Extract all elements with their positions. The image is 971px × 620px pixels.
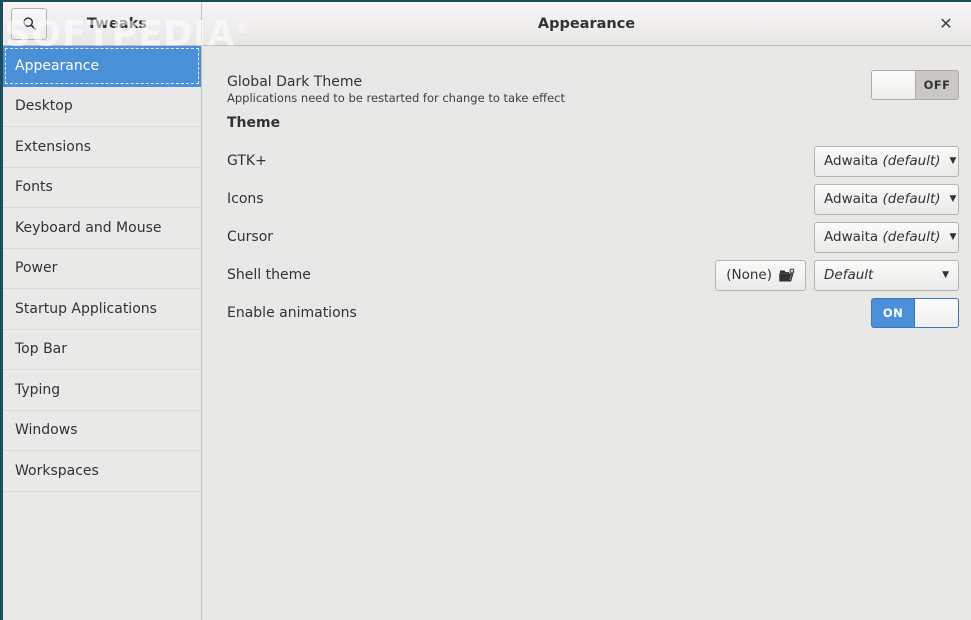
shell-theme-file-value: (None) xyxy=(726,267,772,283)
enable-animations-row: Enable animations ON xyxy=(227,294,959,332)
search-button[interactable] xyxy=(11,7,47,40)
gtk-theme-label: GTK+ xyxy=(227,153,267,169)
close-icon: ✕ xyxy=(939,13,953,33)
icons-theme-row: Icons Adwaita (default) ▼ xyxy=(227,180,959,218)
sidebar-item-label: Fonts xyxy=(15,179,53,196)
shell-theme-label: Shell theme xyxy=(227,267,311,283)
sidebar-item-keyboard-and-mouse[interactable]: Keyboard and Mouse xyxy=(3,208,201,249)
theme-section-heading: Theme xyxy=(227,115,281,131)
content-panel: Global Dark Theme Applications need to b… xyxy=(202,46,971,620)
sidebar-item-label: Workspaces xyxy=(15,462,99,479)
sidebar-item-label: Desktop xyxy=(15,98,73,115)
switch-state-label: OFF xyxy=(923,78,951,92)
sidebar-item-typing[interactable]: Typing xyxy=(3,370,201,411)
global-dark-theme-description: Applications need to be restarted for ch… xyxy=(227,91,565,105)
sidebar-item-label: Appearance xyxy=(15,57,100,74)
cursor-theme-label: Cursor xyxy=(227,229,274,245)
sidebar-item-desktop[interactable]: Desktop xyxy=(3,87,201,127)
cursor-theme-dropdown[interactable]: Adwaita (default) ▼ xyxy=(814,221,959,253)
chevron-down-icon: ▼ xyxy=(949,155,957,166)
sidebar-item-label: Extensions xyxy=(15,138,92,155)
sidebar-item-windows[interactable]: Windows xyxy=(3,411,201,451)
enable-animations-label: Enable animations xyxy=(227,305,357,321)
page-title: Appearance xyxy=(537,15,636,32)
global-dark-theme-label: Global Dark Theme xyxy=(227,74,363,90)
gtk-theme-row: GTK+ Adwaita (default) ▼ xyxy=(227,142,959,180)
sidebar-item-label: Typing xyxy=(15,381,61,398)
sidebar-item-label: Top Bar xyxy=(15,341,68,358)
icons-theme-dropdown[interactable]: Adwaita (default) ▼ xyxy=(814,183,959,215)
global-dark-theme-texts: Global Dark Theme Applications need to b… xyxy=(227,70,565,105)
sidebar-item-power[interactable]: Power xyxy=(3,249,201,289)
sidebar-item-extensions[interactable]: Extensions xyxy=(3,127,201,168)
global-dark-theme-switch[interactable]: OFF xyxy=(871,70,959,100)
sidebar-item-label: Windows xyxy=(15,422,78,439)
sidebar-item-fonts[interactable]: Fonts xyxy=(3,168,201,208)
switch-knob xyxy=(872,71,916,99)
global-dark-theme-block: Global Dark Theme Applications need to b… xyxy=(227,46,959,105)
icons-theme-value: Adwaita (default) xyxy=(824,191,941,207)
header-right-section: Appearance ✕ xyxy=(202,2,971,46)
shell-theme-file-chooser-button[interactable]: (None) xyxy=(715,259,806,291)
header-left-section: Tweaks xyxy=(3,2,202,46)
header-bar: Tweaks Appearance ✕ xyxy=(3,0,971,46)
switch-state-label: ON xyxy=(882,306,904,320)
icons-theme-label: Icons xyxy=(227,191,264,207)
chevron-down-icon: ▼ xyxy=(949,231,957,242)
gtk-theme-dropdown[interactable]: Adwaita (default) ▼ xyxy=(814,145,959,177)
sidebar-item-label: Startup Applications xyxy=(15,300,157,317)
enable-animations-switch[interactable]: ON xyxy=(871,298,959,328)
app-title: Tweaks xyxy=(86,15,148,32)
sidebar: Appearance Desktop Extensions Fonts Keyb… xyxy=(3,46,202,620)
global-dark-theme-row: Global Dark Theme Applications need to b… xyxy=(227,70,959,105)
shell-theme-dropdown[interactable]: Default ▼ xyxy=(814,259,959,291)
search-icon xyxy=(22,16,37,31)
sidebar-item-appearance[interactable]: Appearance xyxy=(3,46,201,87)
shell-theme-row: Shell theme (None) Default ▼ xyxy=(227,256,959,294)
shell-theme-value: Default xyxy=(824,267,874,283)
sidebar-item-workspaces[interactable]: Workspaces xyxy=(3,451,201,492)
cursor-theme-row: Cursor Adwaita (default) ▼ xyxy=(227,218,959,256)
sidebar-item-startup-applications[interactable]: Startup Applications xyxy=(3,289,201,330)
sidebar-item-label: Power xyxy=(15,260,58,277)
folder-open-icon xyxy=(779,268,795,283)
chevron-down-icon: ▼ xyxy=(942,269,949,280)
chevron-down-icon: ▼ xyxy=(949,193,957,204)
sidebar-item-top-bar[interactable]: Top Bar xyxy=(3,330,201,370)
sidebar-item-label: Keyboard and Mouse xyxy=(15,219,162,236)
gtk-theme-value: Adwaita (default) xyxy=(824,153,941,169)
tweaks-window: Tweaks Appearance ✕ SOFTPEDIA® Appearanc… xyxy=(0,0,971,620)
switch-knob xyxy=(914,299,958,327)
close-button[interactable]: ✕ xyxy=(933,11,959,37)
cursor-theme-value: Adwaita (default) xyxy=(824,229,941,245)
body-area: Appearance Desktop Extensions Fonts Keyb… xyxy=(3,46,971,620)
